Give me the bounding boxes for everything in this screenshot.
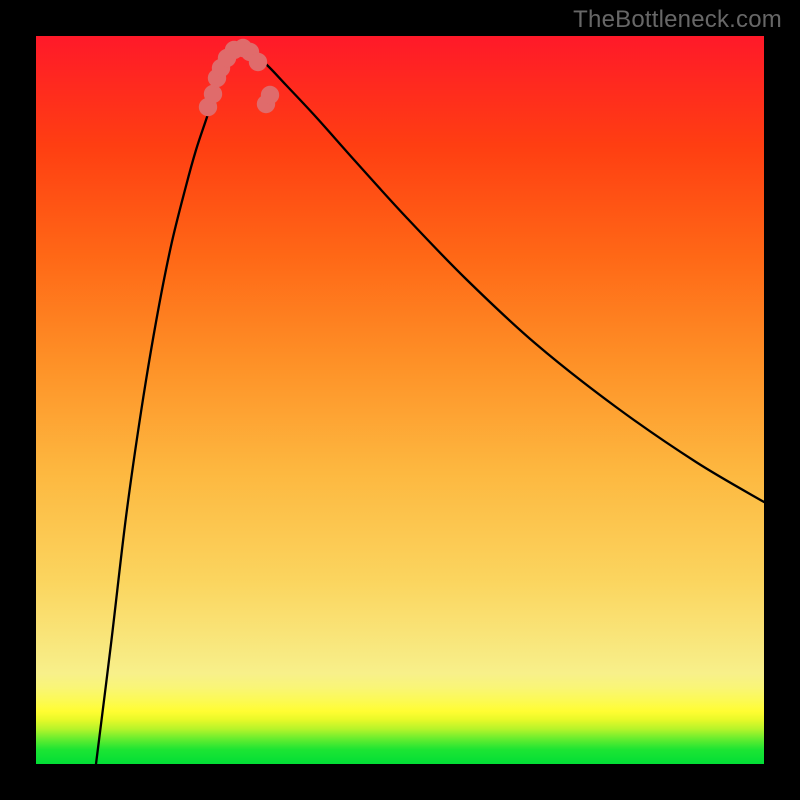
curve-layer <box>36 36 764 764</box>
chart-root: TheBottleneck.com <box>0 0 800 800</box>
highlight-markers <box>199 39 279 116</box>
marker-dot <box>249 53 267 71</box>
marker-dot <box>261 86 279 104</box>
marker-dot <box>204 85 222 103</box>
bottleneck-curve <box>96 48 764 764</box>
watermark-text: TheBottleneck.com <box>573 6 782 34</box>
plot-area <box>36 36 764 764</box>
